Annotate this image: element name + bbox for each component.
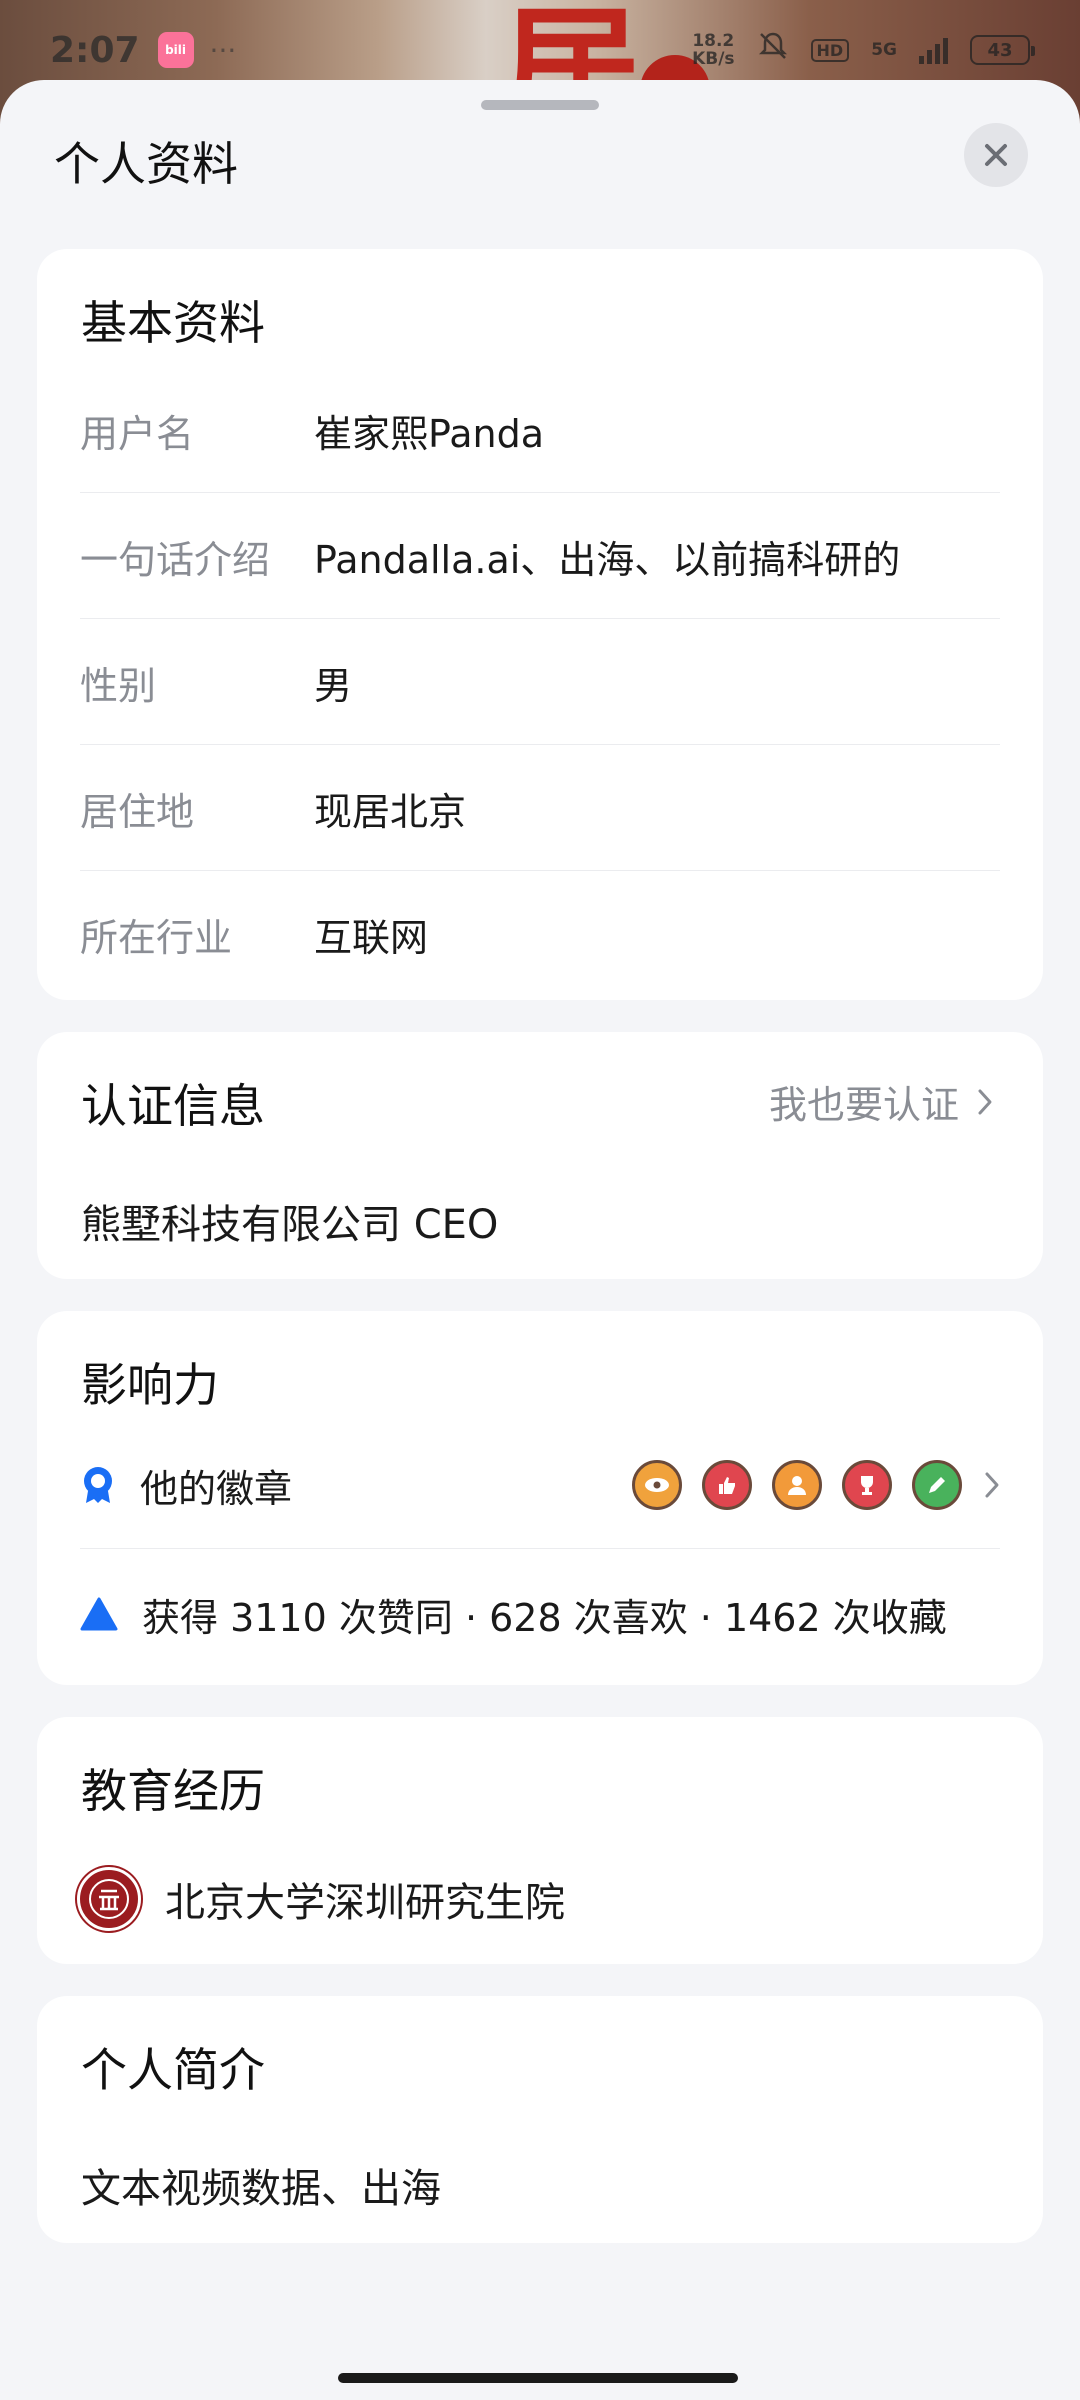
- info-row-label: 性别: [80, 663, 157, 708]
- status-right-group: 18.2 KB/s HD 5G 43: [692, 30, 1035, 70]
- badges-list: [632, 1460, 962, 1510]
- chevron-right-icon: [985, 1472, 999, 1498]
- more-notifications-icon: ···: [209, 33, 237, 67]
- eye-badge-icon: [632, 1460, 682, 1510]
- info-row-gender: 性别 男: [80, 619, 1000, 745]
- profile-sheet: 个人资料 基本资料 用户名 崔家熙Panda 一句话介绍 Pandalla.ai…: [0, 80, 1080, 2400]
- info-row-label: 居住地: [80, 789, 195, 834]
- bio-card: 个人简介 文本视频数据、出海: [37, 1996, 1043, 2243]
- info-row-value: Pandalla.ai、出海、以前搞科研的: [314, 537, 901, 582]
- info-row-headline: 一句话介绍 Pandalla.ai、出海、以前搞科研的: [80, 493, 1000, 619]
- info-row-value: 现居北京: [314, 789, 467, 834]
- network-type: 5G: [871, 40, 897, 60]
- home-indicator[interactable]: [338, 2373, 738, 2383]
- bilibili-app-icon: bili: [157, 32, 194, 68]
- network-speed-unit: KB/s: [692, 49, 735, 69]
- drag-handle[interactable]: [481, 100, 599, 110]
- close-button[interactable]: [964, 123, 1028, 187]
- sheet-title: 个人资料: [54, 137, 238, 191]
- verification-title: 认证信息: [81, 1079, 265, 1133]
- education-card: 教育经历 北京大学深圳研究生院: [37, 1717, 1043, 1964]
- info-row-label: 一句话介绍: [80, 537, 271, 582]
- info-row-label: 所在行业: [80, 915, 233, 960]
- network-speed-value: 18.2: [692, 31, 735, 51]
- verification-card: 认证信息 我也要认证 熊墅科技有限公司 CEO: [37, 1032, 1043, 1279]
- influence-title: 影响力: [81, 1358, 219, 1412]
- status-time: 2:07: [50, 29, 140, 71]
- info-row-location: 居住地 现居北京: [80, 745, 1000, 871]
- person-badge-icon: [772, 1460, 822, 1510]
- battery-icon: 43: [970, 35, 1035, 65]
- school-name: 北京大学深圳研究生院: [165, 1880, 565, 1926]
- bio-text: 文本视频数据、出海: [81, 2166, 441, 2212]
- thumbs-up-badge-icon: [702, 1460, 752, 1510]
- education-title: 教育经历: [81, 1764, 265, 1818]
- close-icon: [985, 144, 1007, 166]
- stats-row: 获得 3110 次赞同 · 628 次喜欢 · 1462 次收藏: [80, 1549, 1020, 1679]
- stats-text: 获得 3110 次赞同 · 628 次喜欢 · 1462 次收藏: [142, 1595, 947, 1640]
- info-row-value: 男: [314, 663, 353, 708]
- info-row-industry: 所在行业 互联网: [80, 871, 1000, 997]
- education-item[interactable]: 北京大学深圳研究生院: [77, 1867, 565, 1931]
- verification-detail: 熊墅科技有限公司 CEO: [81, 1202, 499, 1248]
- info-row-username: 用户名 崔家熙Panda: [80, 367, 1000, 493]
- bio-title: 个人简介: [81, 2043, 265, 2097]
- badges-row[interactable]: 他的徽章: [80, 1421, 1000, 1549]
- basic-info-title: 基本资料: [81, 296, 265, 350]
- upvote-triangle-icon: [80, 1597, 118, 1631]
- verify-link-label: 我也要认证: [768, 1083, 959, 1127]
- mute-bell-icon: [757, 30, 789, 70]
- medal-icon: [84, 1467, 112, 1503]
- chevron-right-icon: [978, 1089, 992, 1114]
- info-row-value: 互联网: [314, 915, 429, 960]
- battery-level: 43: [987, 39, 1013, 61]
- signal-icon: [919, 36, 948, 64]
- verify-link[interactable]: 我也要认证: [769, 1074, 993, 1129]
- pencil-badge-icon: [912, 1460, 962, 1510]
- info-row-value: 崔家熙Panda: [314, 411, 544, 456]
- info-row-label: 用户名: [80, 411, 195, 456]
- network-speed: 18.2 KB/s: [692, 32, 734, 68]
- trophy-badge-icon: [842, 1460, 892, 1510]
- badges-label: 他的徽章: [140, 1466, 293, 1511]
- school-logo-icon: [77, 1867, 141, 1931]
- hd-icon: HD: [810, 38, 850, 62]
- influence-card: 影响力 他的徽章 获得 3110 次赞同 · 628 次喜欢 · 1462 次收…: [37, 1311, 1043, 1685]
- basic-info-card: 基本资料 用户名 崔家熙Panda 一句话介绍 Pandalla.ai、出海、以…: [37, 249, 1043, 1000]
